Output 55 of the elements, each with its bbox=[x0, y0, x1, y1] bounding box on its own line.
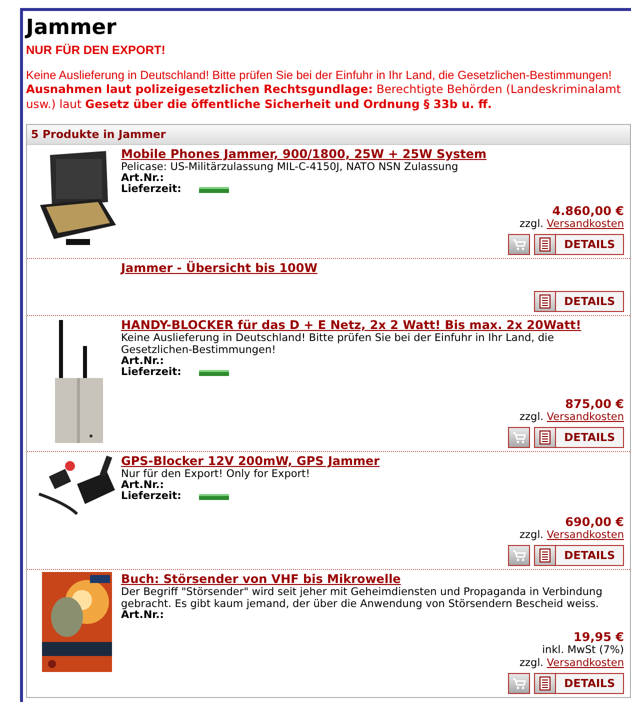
delivery-time-label: Lieferzeit: bbox=[121, 367, 182, 378]
product-title-link[interactable]: HANDY-BLOCKER für das D + E Netz, 2x 2 Watt! Bis max. 2x 20Watt! bbox=[121, 318, 582, 332]
product-title-link[interactable]: Mobile Phones Jammer, 900/1800, 25W + 25W System bbox=[121, 147, 487, 161]
add-to-cart-button[interactable] bbox=[508, 545, 530, 566]
cart-icon bbox=[512, 678, 526, 690]
product-description: Der Begriff "Störsender" wird seit jeher mit Geheimdiensten und Propaganda in Verbindung gebracht. Es gibt kaum jemand, der über die Anwendung von Störsendern Bescheid weiss. bbox=[121, 586, 604, 610]
shipping-cost-link[interactable]: Versandkosten bbox=[546, 411, 624, 423]
delivery-time-label: Lieferzeit: bbox=[121, 184, 182, 195]
delivery-notice: Keine Auslieferung in Deutschland! Bitte prüfen Sie bei der Einfuhr in Ihr Land, die Gesetzlichen-Bestimmungen! bbox=[26, 68, 613, 82]
product-description: Nur für den Export! Only for Export! bbox=[121, 468, 311, 480]
document-icon bbox=[539, 294, 552, 309]
cart-icon bbox=[512, 238, 526, 250]
article-number-label: Art.Nr.: bbox=[121, 356, 164, 367]
product-description: Pelicase: US-Militärzulassung MIL-C-4150J, NATO NSN Zulassung bbox=[121, 161, 460, 173]
availability-bar-icon bbox=[199, 186, 230, 192]
product-description: Keine Auslieferung in Deutschland! Bitte prüfen Sie bei der Einfuhr in Ihr Land, die Gesetzlichen-Bestimmungen! bbox=[121, 332, 555, 356]
shipping-prefix: zzgl. bbox=[520, 411, 544, 423]
add-to-cart-button[interactable] bbox=[508, 234, 530, 255]
cart-icon bbox=[512, 550, 526, 562]
article-number-label: Art.Nr.: bbox=[121, 610, 164, 621]
list-header: 5 Produkte in Jammer bbox=[27, 125, 630, 145]
product-title-link[interactable]: Jammer - Übersicht bis 100W bbox=[121, 261, 318, 275]
details-button[interactable]: DETAILS bbox=[534, 234, 624, 255]
cart-icon bbox=[512, 432, 526, 444]
document-icon bbox=[539, 676, 552, 691]
document-icon bbox=[539, 548, 552, 563]
shipping-prefix: zzgl. bbox=[520, 657, 544, 669]
availability-bar-icon bbox=[199, 494, 230, 500]
details-button[interactable]: DETAILS bbox=[534, 545, 624, 566]
shipping-cost-link[interactable]: Versandkosten bbox=[546, 657, 624, 669]
legal-notice: Ausnahmen laut polizeigesetzlichen Rechtsgundlage: Berechtigte Behörden (Landeskriminalamt usw.) laut Gesetz über die öffentliche Sicherheit und Ordnung § 33b u. ff. bbox=[26, 82, 622, 112]
add-to-cart-button[interactable] bbox=[508, 427, 530, 448]
delivery-time-label: Lieferzeit: bbox=[121, 491, 182, 502]
export-notice: NUR FÜR DEN EXPORT! bbox=[26, 43, 166, 57]
page-title: Jammer bbox=[26, 15, 118, 39]
details-button[interactable]: DETAILS bbox=[534, 427, 624, 448]
product-price: 690,00 € bbox=[565, 515, 624, 529]
product-title-link[interactable]: Buch: Störsender von VHF bis Mikrowelle bbox=[121, 572, 401, 586]
tax-note: inkl. MwSt (7%) bbox=[542, 644, 624, 657]
availability-bar-icon bbox=[199, 370, 230, 376]
document-icon bbox=[539, 430, 552, 445]
add-to-cart-button[interactable] bbox=[508, 673, 530, 694]
shipping-cost-link[interactable]: Versandkosten bbox=[546, 529, 624, 541]
product-price: 4.860,00 € bbox=[552, 204, 624, 218]
document-icon bbox=[539, 237, 552, 252]
shipping-prefix: zzgl. bbox=[520, 218, 544, 230]
product-price: 19,95 € bbox=[574, 630, 624, 644]
shipping-cost-link[interactable]: Versandkosten bbox=[546, 218, 624, 230]
product-title-link[interactable]: GPS-Blocker 12V 200mW, GPS Jammer bbox=[121, 454, 380, 468]
shipping-prefix: zzgl. bbox=[520, 529, 544, 541]
product-price: 875,00 € bbox=[565, 397, 624, 411]
details-button[interactable]: DETAILS bbox=[534, 673, 624, 694]
article-number-label: Art.Nr.: bbox=[121, 173, 164, 184]
details-button[interactable]: DETAILS bbox=[534, 291, 624, 312]
article-number-label: Art.Nr.: bbox=[121, 480, 164, 491]
